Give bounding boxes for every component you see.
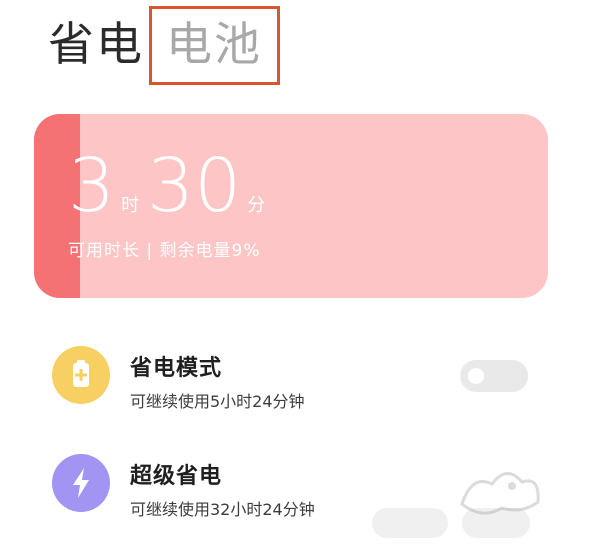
tab-highlight-box bbox=[149, 6, 280, 85]
battery-plus-icon bbox=[52, 346, 110, 404]
power-saving-mode-title: 省电模式 bbox=[130, 356, 223, 381]
power-saving-mode-toggle[interactable] bbox=[460, 360, 528, 392]
setting-row-power-saving-mode[interactable]: 省电模式 可继续使用5小时24分钟 bbox=[0, 336, 600, 426]
toggle-knob bbox=[468, 368, 484, 384]
battery-subtitle: 可用时长 | 剩余电量9% bbox=[68, 241, 261, 261]
remaining-minutes: 30 bbox=[147, 143, 242, 229]
battery-settings-page: 省电 电池 3 时 30 分 可用时长 | 剩余电量9% 省电模式 可继续使用5小时2… bbox=[0, 0, 600, 552]
minutes-unit: 分 bbox=[247, 195, 266, 216]
battery-status-card[interactable]: 3 时 30 分 可用时长 | 剩余电量9% bbox=[34, 114, 548, 298]
lightning-bolt-icon bbox=[52, 454, 110, 512]
remaining-time: 3 时 30 分 bbox=[68, 146, 273, 226]
hours-unit: 时 bbox=[121, 195, 140, 216]
tab-power-saving[interactable]: 省电 bbox=[48, 16, 144, 72]
super-power-saving-desc: 可继续使用32小时24分钟 bbox=[130, 500, 315, 519]
remaining-hours: 3 bbox=[68, 143, 116, 229]
super-power-saving-toggle[interactable] bbox=[372, 508, 448, 538]
power-saving-mode-desc: 可继续使用5小时24分钟 bbox=[130, 392, 305, 411]
watermark-logo bbox=[460, 472, 540, 515]
super-power-saving-title: 超级省电 bbox=[130, 464, 223, 489]
